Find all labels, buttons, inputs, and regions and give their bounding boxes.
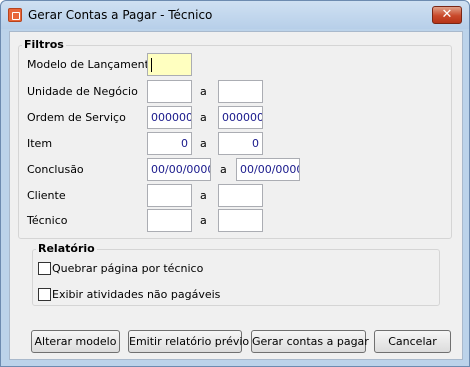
range-separator: a [200,111,207,124]
gerar-contas-button[interactable]: Gerar contas a pagar [251,330,369,353]
app-icon [8,8,22,22]
range-separator: a [200,137,207,150]
conclusao-label: Conclusão [27,163,84,176]
unidade-negocio-from-input[interactable] [147,80,192,103]
alterar-modelo-button[interactable]: Alterar modelo [31,330,120,353]
ordem-servico-label: Ordem de Serviço [27,111,126,124]
quebrar-pagina-checkbox[interactable] [38,262,51,275]
unidade-negocio-label: Unidade de Negócio [27,85,138,98]
close-button[interactable]: ✕ [432,6,462,24]
window-title: Gerar Contas a Pagar - Técnico [28,8,213,22]
cliente-to-input[interactable] [218,184,263,207]
conclusao-to-input[interactable]: 00/00/0000 [236,158,300,181]
text-caret [151,58,152,72]
tecnico-from-input[interactable] [147,209,192,232]
emitir-relatorio-button[interactable]: Emitir relatório prévio [128,330,249,353]
cancelar-button[interactable]: Cancelar [374,330,451,353]
ordem-servico-from-input[interactable]: 000000 [147,106,192,129]
modelo-lancamento-label: Modelo de Lançamento [27,58,156,71]
range-separator: a [220,163,227,176]
item-label: Item [27,137,53,150]
relatorio-group-label: Relatório [36,242,97,255]
item-from-input[interactable]: 0 [147,132,192,155]
cliente-label: Cliente [27,189,66,202]
item-to-input[interactable]: 0 [218,132,263,155]
modelo-lancamento-input[interactable] [147,53,192,76]
unidade-negocio-to-input[interactable] [218,80,263,103]
ordem-servico-to-input[interactable]: 000000 [218,106,263,129]
tecnico-to-input[interactable] [218,209,263,232]
filtros-group-label: Filtros [22,38,66,51]
cliente-from-input[interactable] [147,184,192,207]
close-icon: ✕ [441,7,453,22]
quebrar-pagina-label[interactable]: Quebrar página por técnico [52,262,203,275]
tecnico-label: Técnico [27,214,68,227]
exibir-atividades-checkbox[interactable] [38,288,51,301]
exibir-atividades-label[interactable]: Exibir atividades não pagáveis [52,288,220,301]
range-separator: a [200,85,207,98]
title-bar[interactable]: Gerar Contas a Pagar - Técnico ✕ [1,1,469,29]
conclusao-from-input[interactable]: 00/00/0000 [147,158,211,181]
range-separator: a [200,189,207,202]
range-separator: a [200,214,207,227]
